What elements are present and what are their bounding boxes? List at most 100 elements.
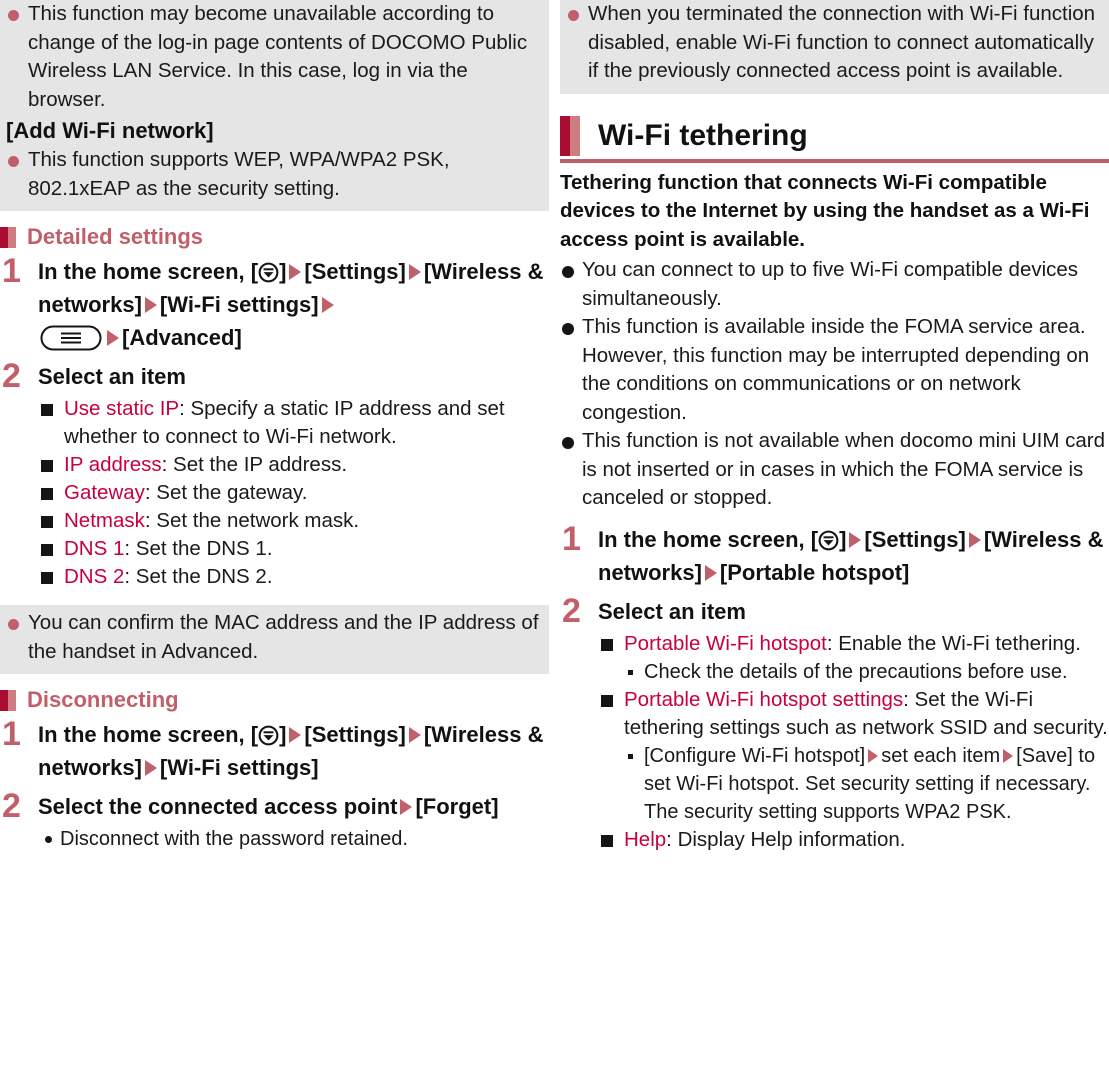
list-item: Disconnect with the password retained. bbox=[38, 825, 549, 853]
list-item: DNS 2: Set the DNS 2. bbox=[38, 563, 549, 591]
app-drawer-icon bbox=[258, 722, 279, 746]
step-text: [Wi-Fi settings] bbox=[159, 755, 319, 780]
middot-bullet-icon bbox=[628, 753, 633, 759]
item-desc: : Set the DNS 2. bbox=[124, 565, 273, 588]
arrow-right-icon bbox=[704, 564, 717, 581]
square-bullet-icon bbox=[41, 488, 53, 500]
item-term: Help bbox=[624, 827, 667, 851]
note-bullet: When you terminated the connection with … bbox=[566, 0, 1099, 86]
item-desc: : Display Help information. bbox=[666, 827, 906, 851]
arrow-right-icon bbox=[289, 264, 302, 280]
section-heading-label: Wi-Fi tethering bbox=[598, 118, 808, 152]
note-bullet: You can connect to up to five Wi-Fi comp… bbox=[560, 256, 1109, 313]
step-item-list: Portable Wi-Fi hotspot: Enable the Wi-Fi… bbox=[598, 630, 1109, 854]
step-text: [Settings] bbox=[864, 526, 966, 552]
subsection-heading-disconnecting: Disconnecting bbox=[0, 688, 549, 712]
app-drawer-icon bbox=[258, 259, 279, 283]
step-text: [Settings] bbox=[304, 259, 406, 284]
subitem-text: Check the details of the precautions bef… bbox=[644, 660, 1068, 683]
item-term: IP address bbox=[64, 453, 162, 476]
note-bullet-text: This function supports WEP, WPA/WPA2 PSK… bbox=[28, 148, 450, 200]
step-text: Select the connected access point bbox=[38, 794, 398, 819]
step-text: [Wi-Fi settings] bbox=[159, 292, 319, 317]
step-number: 1 bbox=[2, 252, 21, 290]
bracket-heading-add-wifi-network: [Add Wi-Fi network] bbox=[6, 118, 214, 143]
square-bullet-icon bbox=[41, 404, 53, 416]
arrow-right-icon bbox=[144, 297, 157, 313]
note-bullet: This function supports WEP, WPA/WPA2 PSK… bbox=[6, 146, 539, 203]
middot-bullet-icon bbox=[628, 669, 633, 675]
step-text: In the home screen, [ bbox=[598, 526, 819, 552]
note-bullet-text: When you terminated the connection with … bbox=[588, 2, 1096, 82]
step-text: [Portable hotspot] bbox=[719, 559, 910, 585]
note-box-mac-address: You can confirm the MAC address and the … bbox=[0, 605, 549, 674]
step-1-tethering: 1 In the home screen, [] [Settings] [Wirel… bbox=[560, 519, 1109, 589]
step-2-disconnecting: 2 Select the connected access point [Forg… bbox=[0, 787, 549, 853]
note-bullet: This function may become unavailable acc… bbox=[6, 0, 539, 114]
list-item: IP address: Set the IP address. bbox=[38, 451, 549, 479]
item-desc: : Set the network mask. bbox=[144, 509, 360, 532]
square-bullet-icon bbox=[41, 460, 53, 472]
step-text: ] bbox=[279, 722, 287, 747]
subitem-text: [Configure Wi-Fi hotspot] bbox=[644, 744, 866, 767]
item-desc: : Set the gateway. bbox=[144, 481, 308, 504]
square-bullet-icon bbox=[41, 572, 53, 584]
arrow-right-icon bbox=[408, 727, 421, 743]
right-column: When you terminated the connection with … bbox=[560, 0, 1109, 1073]
arrow-right-icon bbox=[144, 760, 157, 776]
step-title: Select the connected access point [Forget… bbox=[38, 790, 549, 823]
menu-key-icon bbox=[40, 325, 102, 351]
step-1-detailed: 1 In the home screen, [] [Settings] [Wirel… bbox=[0, 252, 549, 354]
item-desc: : Set the DNS 1. bbox=[124, 537, 273, 560]
bullet-dot-icon bbox=[562, 323, 574, 335]
manual-page: This function may become unavailable acc… bbox=[0, 0, 1109, 1073]
item-term: Netmask bbox=[64, 509, 145, 532]
small-bullet-icon bbox=[45, 836, 52, 843]
subsection-heading-detailed-settings: Detailed settings bbox=[0, 225, 549, 249]
step-title: In the home screen, [] [Settings] [Wireles… bbox=[598, 523, 1109, 589]
step-text: [Advanced] bbox=[122, 325, 242, 350]
subitem-text: set each item bbox=[881, 744, 1001, 767]
note-box-wifi-login: This function may become unavailable acc… bbox=[0, 0, 549, 211]
arrow-right-icon bbox=[400, 799, 413, 815]
step-number: 1 bbox=[562, 519, 581, 558]
square-bullet-icon bbox=[601, 638, 613, 651]
step-text: ] bbox=[839, 526, 847, 552]
item-term: Portable Wi-Fi hotspot settings bbox=[624, 687, 904, 711]
step-title: Select an item bbox=[598, 598, 746, 624]
step-2-detailed: 2 Select an item Use static IP: Specify … bbox=[0, 358, 549, 591]
item-term: Portable Wi-Fi hotspot bbox=[624, 631, 827, 655]
step-title: In the home screen, [] [Settings] [Wireles… bbox=[38, 255, 549, 354]
bullet-dot-icon bbox=[562, 266, 574, 278]
list-item: Netmask: Set the network mask. bbox=[38, 507, 549, 535]
note-bullet-text: This function is not available when doco… bbox=[582, 429, 1105, 509]
subsection-heading-label: Detailed settings bbox=[27, 224, 204, 249]
heading-marker-icon bbox=[0, 226, 16, 248]
section-lead-text: Tethering function that connects Wi-Fi c… bbox=[560, 170, 1090, 251]
step-number: 2 bbox=[562, 591, 581, 630]
step-text: ] bbox=[279, 259, 287, 284]
item-desc: : Set the IP address. bbox=[161, 453, 348, 476]
section-heading-wifi-tethering: Wi-Fi tethering bbox=[560, 115, 1109, 163]
heading-divider bbox=[560, 158, 1109, 163]
arrow-right-icon bbox=[1003, 748, 1014, 763]
step-text: In the home screen, [ bbox=[38, 722, 259, 747]
note-bullet: You can confirm the MAC address and the … bbox=[6, 609, 539, 666]
list-subitem: [Configure Wi-Fi hotspot] set each item [S… bbox=[624, 742, 1109, 826]
note-bullet-text: You can confirm the MAC address and the … bbox=[28, 611, 539, 663]
step-number: 2 bbox=[2, 787, 21, 825]
list-item: DNS 1: Set the DNS 1. bbox=[38, 535, 549, 563]
arrow-right-icon bbox=[289, 727, 302, 743]
list-item: Help: Display Help information. bbox=[598, 826, 1109, 854]
arrow-right-icon bbox=[107, 330, 119, 346]
bullet-dot-icon bbox=[562, 437, 574, 449]
arrow-right-icon bbox=[868, 748, 879, 763]
note-bullet-text: This function may become unavailable acc… bbox=[28, 2, 528, 111]
item-term: DNS 2 bbox=[64, 565, 125, 588]
list-item: Use static IP: Specify a static IP addre… bbox=[38, 395, 549, 451]
note-bullet-text: You can connect to up to five Wi-Fi comp… bbox=[582, 258, 1079, 310]
note-box-reconnect: When you terminated the connection with … bbox=[560, 0, 1109, 94]
step-title: Select an item bbox=[38, 364, 186, 389]
step-item-list: Use static IP: Specify a static IP addre… bbox=[38, 395, 549, 591]
note-bullet: This function is available inside the FO… bbox=[560, 313, 1109, 427]
